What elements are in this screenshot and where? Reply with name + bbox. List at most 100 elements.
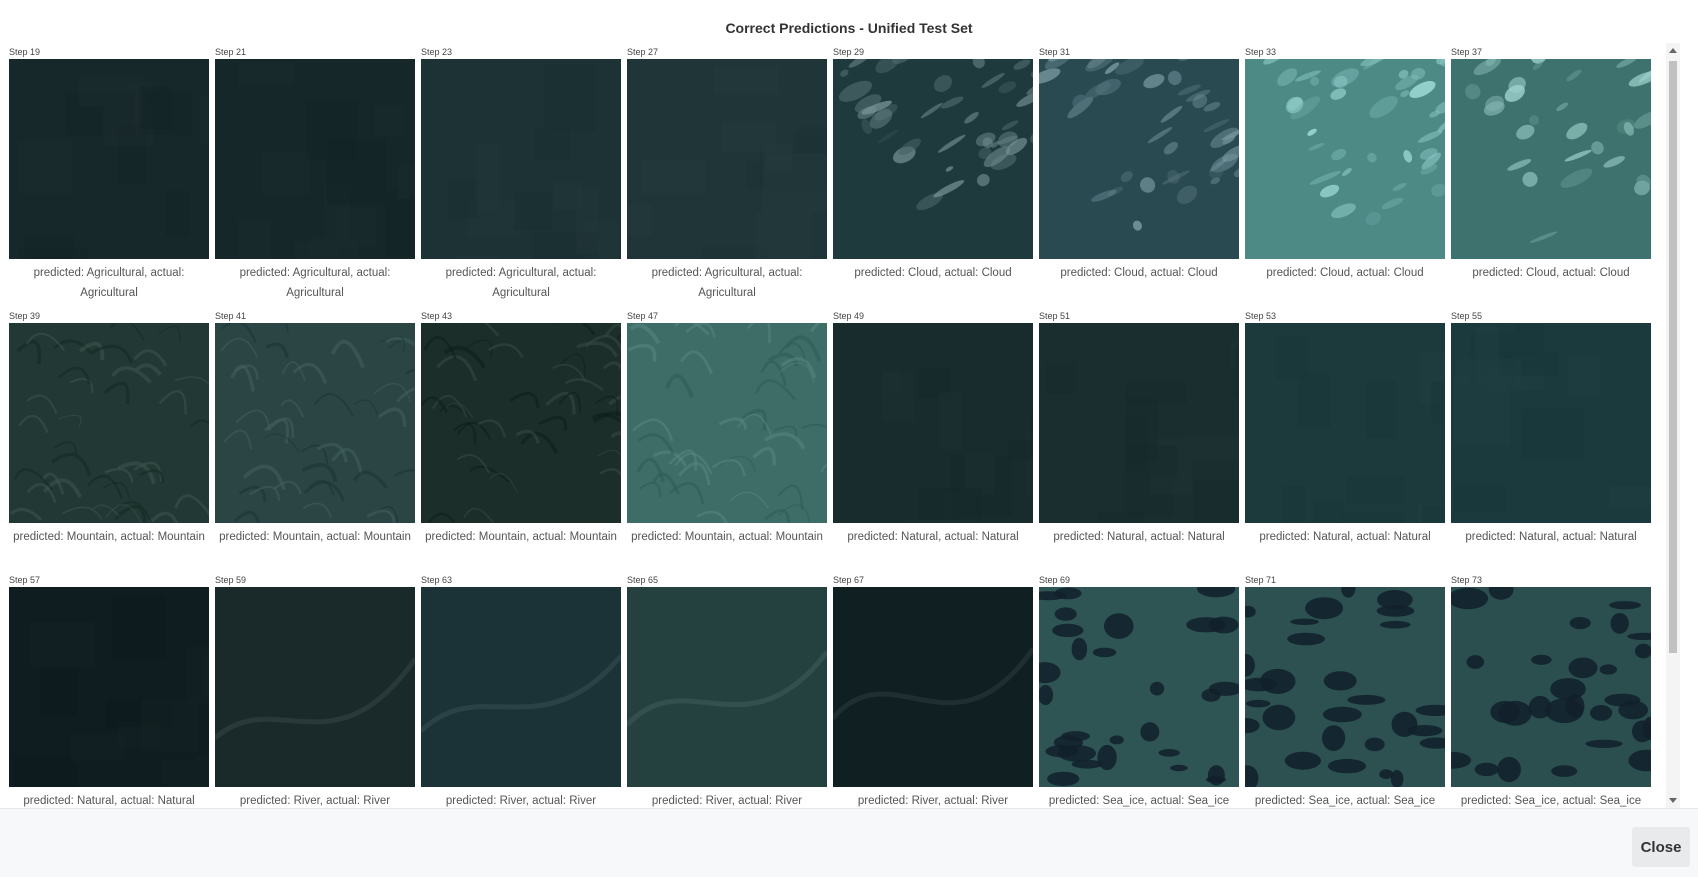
prediction-card: Step 49 predicted: Natural, actual: Natur…	[833, 309, 1033, 573]
prediction-caption: predicted: Agricultural, actual: Agricul…	[239, 267, 391, 299]
step-label: Step 39	[9, 311, 41, 321]
close-button[interactable]: Close	[1632, 827, 1690, 867]
satellite-image-thumbnail[interactable]	[627, 59, 827, 259]
prediction-card: Step 33 predicted: Cloud, actual: Cloud	[1245, 45, 1445, 309]
step-label: Step 57	[9, 575, 41, 585]
satellite-image-thumbnail[interactable]	[1039, 59, 1239, 259]
step-label: Step 47	[627, 311, 659, 321]
satellite-image-thumbnail[interactable]	[9, 59, 209, 259]
satellite-image-thumbnail[interactable]	[627, 587, 827, 787]
satellite-image-thumbnail[interactable]	[215, 59, 415, 259]
satellite-image-thumbnail[interactable]	[421, 323, 621, 523]
step-label: Step 73	[1451, 575, 1483, 585]
prediction-card: Step 37 predicted: Cloud, actual: Cloud	[1451, 45, 1651, 309]
prediction-caption: predicted: Mountain, actual: Mountain	[631, 531, 823, 543]
prediction-card: Step 59 predicted: River, actual: River	[215, 573, 415, 808]
step-label: Step 21	[215, 47, 247, 57]
satellite-image-thumbnail[interactable]	[1245, 587, 1445, 787]
satellite-image-thumbnail[interactable]	[215, 323, 415, 523]
prediction-caption: predicted: Cloud, actual: Cloud	[1266, 267, 1424, 279]
satellite-image-thumbnail[interactable]	[1451, 59, 1651, 259]
step-label: Step 71	[1245, 575, 1277, 585]
prediction-caption: predicted: River, actual: River	[445, 795, 597, 807]
step-label: Step 31	[1039, 47, 1071, 57]
prediction-card: Step 65 predicted: River, actual: River	[627, 573, 827, 808]
satellite-image-thumbnail[interactable]	[1245, 323, 1445, 523]
prediction-card: Step 19 predicted: Agricultural, actual: …	[9, 45, 209, 309]
prediction-card: Step 53 predicted: Natural, actual: Natur…	[1245, 309, 1445, 573]
satellite-image-thumbnail[interactable]	[9, 323, 209, 523]
prediction-caption: predicted: Sea_ice, actual: Sea_ice	[1460, 795, 1642, 807]
prediction-caption: predicted: Natural, actual: Natural	[23, 795, 195, 807]
satellite-image-thumbnail[interactable]	[1039, 323, 1239, 523]
prediction-caption: predicted: Cloud, actual: Cloud	[1472, 267, 1630, 279]
prediction-caption: predicted: Natural, actual: Natural	[1259, 531, 1431, 543]
satellite-image-thumbnail[interactable]	[1245, 59, 1445, 259]
prediction-caption: predicted: River, actual: River	[651, 795, 803, 807]
step-label: Step 69	[1039, 575, 1071, 585]
prediction-card: Step 51 predicted: Natural, actual: Natur…	[1039, 309, 1239, 573]
prediction-caption: predicted: Agricultural, actual: Agricul…	[651, 267, 803, 299]
satellite-image-thumbnail[interactable]	[627, 323, 827, 523]
step-label: Step 19	[9, 47, 41, 57]
prediction-caption: predicted: Agricultural, actual: Agricul…	[33, 267, 185, 299]
prediction-caption: predicted: Natural, actual: Natural	[1465, 531, 1637, 543]
step-label: Step 59	[215, 575, 247, 585]
image-grid-scroll-area[interactable]: Step 19 predicted: Agricultural, actual: …	[0, 43, 1680, 808]
prediction-card: Step 41 predicted: Mountain, actual: Moun…	[215, 309, 415, 573]
step-label: Step 55	[1451, 311, 1483, 321]
prediction-caption: predicted: Sea_ice, actual: Sea_ice	[1254, 795, 1436, 807]
scroll-down-arrow-icon[interactable]	[1669, 798, 1677, 803]
satellite-image-thumbnail[interactable]	[1451, 587, 1651, 787]
prediction-card: Step 55 predicted: Natural, actual: Natur…	[1451, 309, 1651, 573]
image-grid: Step 19 predicted: Agricultural, actual: …	[9, 45, 1651, 808]
scroll-up-arrow-icon[interactable]	[1669, 48, 1677, 53]
prediction-caption: predicted: River, actual: River	[239, 795, 391, 807]
step-label: Step 27	[627, 47, 659, 57]
step-label: Step 53	[1245, 311, 1277, 321]
prediction-card: Step 63 predicted: River, actual: River	[421, 573, 621, 808]
prediction-card: Step 67 predicted: River, actual: River	[833, 573, 1033, 808]
prediction-caption: predicted: Mountain, actual: Mountain	[219, 531, 411, 543]
prediction-caption: predicted: Cloud, actual: Cloud	[1060, 267, 1218, 279]
satellite-image-thumbnail[interactable]	[215, 587, 415, 787]
satellite-image-thumbnail[interactable]	[833, 323, 1033, 523]
prediction-caption: predicted: Mountain, actual: Mountain	[425, 531, 617, 543]
predictions-modal: Correct Predictions - Unified Test Set S…	[0, 0, 1698, 877]
prediction-card: Step 23 predicted: Agricultural, actual: …	[421, 45, 621, 309]
prediction-card: Step 29 predicted: Cloud, actual: Cloud	[833, 45, 1033, 309]
prediction-card: Step 71 predicted: Sea_ice, actual: Sea_i…	[1245, 573, 1445, 808]
prediction-caption: predicted: River, actual: River	[857, 795, 1009, 807]
satellite-image-thumbnail[interactable]	[1039, 587, 1239, 787]
satellite-image-thumbnail[interactable]	[833, 59, 1033, 259]
prediction-caption: predicted: Mountain, actual: Mountain	[13, 531, 205, 543]
prediction-card: Step 73 predicted: Sea_ice, actual: Sea_i…	[1451, 573, 1651, 808]
step-label: Step 29	[833, 47, 865, 57]
satellite-image-thumbnail[interactable]	[833, 587, 1033, 787]
step-label: Step 23	[421, 47, 453, 57]
prediction-caption: predicted: Cloud, actual: Cloud	[854, 267, 1012, 279]
step-label: Step 43	[421, 311, 453, 321]
step-label: Step 37	[1451, 47, 1483, 57]
prediction-card: Step 31 predicted: Cloud, actual: Cloud	[1039, 45, 1239, 309]
modal-footer: Close	[0, 808, 1698, 877]
satellite-image-thumbnail[interactable]	[421, 587, 621, 787]
prediction-card: Step 69 predicted: Sea_ice, actual: Sea_i…	[1039, 573, 1239, 808]
satellite-image-thumbnail[interactable]	[1451, 323, 1651, 523]
prediction-card: Step 43 predicted: Mountain, actual: Moun…	[421, 309, 621, 573]
prediction-caption: predicted: Agricultural, actual: Agricul…	[445, 267, 597, 299]
scrollbar-thumb[interactable]	[1669, 61, 1677, 653]
satellite-image-thumbnail[interactable]	[9, 587, 209, 787]
step-label: Step 51	[1039, 311, 1071, 321]
prediction-card: Step 39 predicted: Mountain, actual: Moun…	[9, 309, 209, 573]
prediction-caption: predicted: Natural, actual: Natural	[847, 531, 1019, 543]
modal-title: Correct Predictions - Unified Test Set	[725, 20, 973, 36]
step-label: Step 65	[627, 575, 659, 585]
prediction-card: Step 47 predicted: Mountain, actual: Moun…	[627, 309, 827, 573]
satellite-image-thumbnail[interactable]	[421, 59, 621, 259]
vertical-scrollbar[interactable]	[1666, 43, 1680, 808]
prediction-card: Step 21 predicted: Agricultural, actual: …	[215, 45, 415, 309]
step-label: Step 67	[833, 575, 865, 585]
prediction-card: Step 57 predicted: Natural, actual: Natur…	[9, 573, 209, 808]
step-label: Step 33	[1245, 47, 1277, 57]
